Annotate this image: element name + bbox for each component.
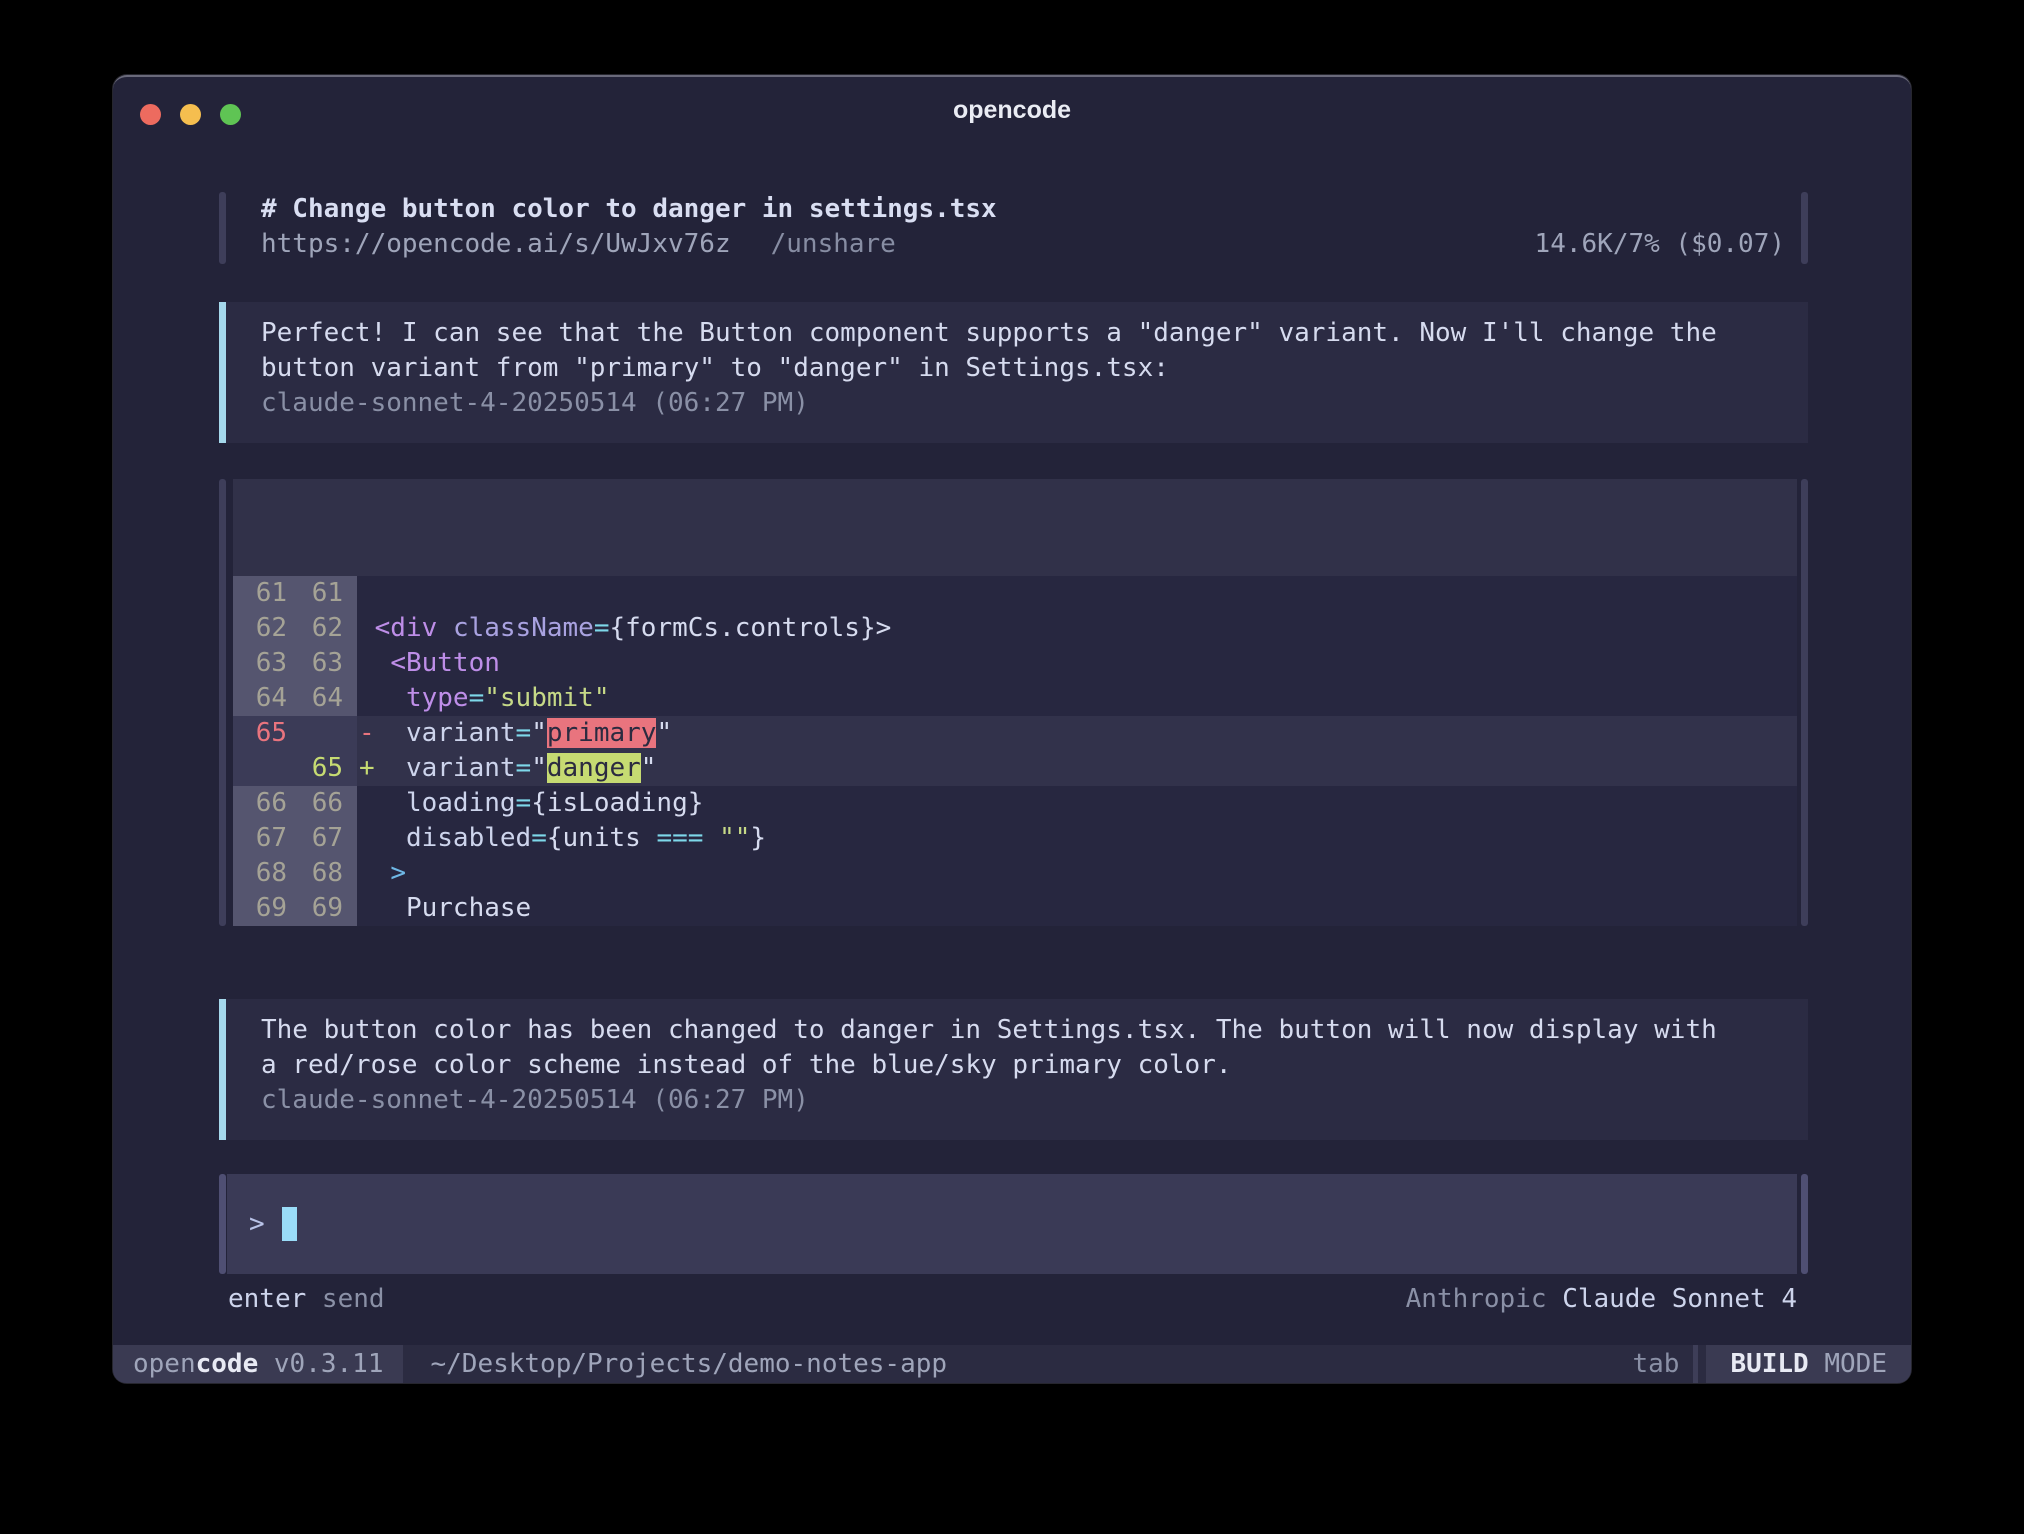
diff-line: 6161 (233, 576, 1797, 611)
message-line: Perfect! I can see that the Button compo… (261, 316, 1788, 351)
edit-tool-header: Edit packages/frontend/src/containers/Se… (233, 479, 1797, 576)
share-url-link[interactable]: https://opencode.ai/s/UwJxv76z (261, 227, 731, 262)
status-bar: opencode v0.3.11 ~/Desktop/Projects/demo… (113, 1345, 1911, 1383)
app-version-chip: opencode v0.3.11 (113, 1345, 403, 1383)
edit-tool-card: Edit packages/frontend/src/containers/Se… (219, 479, 1808, 926)
prompt-text-area[interactable]: > (227, 1174, 1797, 1274)
status-divider (1693, 1345, 1698, 1383)
opencode-window: opencode # Change button color to danger… (113, 75, 1911, 1383)
diff-line: 6464 type="submit" (233, 681, 1797, 716)
diff-line: 65- variant="primary" (233, 716, 1797, 751)
working-directory: ~/Desktop/Projects/demo-notes-app (430, 1349, 947, 1379)
window-title: opencode (113, 96, 1911, 125)
send-hint: enter send (228, 1282, 385, 1317)
text-cursor (282, 1207, 297, 1241)
session-title: # Change button color to danger in setti… (261, 192, 1785, 227)
session-header: # Change button color to danger in setti… (219, 192, 1808, 264)
message-line: button variant from "primary" to "danger… (261, 351, 1788, 386)
mode-chip[interactable]: BUILD MODE (1706, 1345, 1911, 1383)
model-timestamp: claude-sonnet-4-20250514 (06:27 PM) (261, 386, 1788, 421)
edit-card-right-rule (1801, 479, 1808, 926)
message-line: a red/rose color scheme instead of the b… (261, 1048, 1788, 1083)
diff-line: 6969 Purchase (233, 891, 1797, 926)
diff-line: 6666 loading={isLoading} (233, 786, 1797, 821)
diff-line: 6868 > (233, 856, 1797, 891)
assistant-message-text: The button color has been changed to dan… (261, 1013, 1788, 1083)
diff-line: 6767 disabled={units === ""} (233, 821, 1797, 856)
prompt-right-rule (1801, 1174, 1808, 1274)
diff-view: 61616262 <div className={formCs.controls… (233, 576, 1797, 926)
hint-row: enter send Anthropic Claude Sonnet 4 (228, 1282, 1797, 1317)
prompt-input[interactable]: > (219, 1174, 1808, 1274)
message-line: The button color has been changed to dan… (261, 1013, 1788, 1048)
assistant-message-text: Perfect! I can see that the Button compo… (261, 316, 1788, 386)
model-timestamp: claude-sonnet-4-20250514 (06:27 PM) (261, 1083, 1788, 1118)
tab-key-hint: tab (1632, 1349, 1679, 1379)
assistant-message: The button color has been changed to dan… (219, 999, 1808, 1140)
prompt-left-rule (219, 1174, 226, 1274)
diff-line: 6363 <Button (233, 646, 1797, 681)
diff-line: 65+ variant="danger" (233, 751, 1797, 786)
session-header-right-rule (1801, 192, 1808, 264)
edit-card-left-rule (219, 479, 226, 926)
prompt-symbol: > (249, 1209, 265, 1239)
session-header-left-rule (219, 192, 226, 264)
diff-line: 6262 <div className={formCs.controls}> (233, 611, 1797, 646)
desktop-background: opencode # Change button color to danger… (0, 0, 2024, 1534)
assistant-message: Perfect! I can see that the Button compo… (219, 302, 1808, 443)
window-titlebar[interactable]: opencode (113, 77, 1911, 143)
unshare-command[interactable]: /unshare (771, 227, 896, 262)
model-indicator: Anthropic Claude Sonnet 4 (1406, 1282, 1797, 1317)
token-usage-stats: 14.6K/7% ($0.07) (1535, 227, 1785, 262)
